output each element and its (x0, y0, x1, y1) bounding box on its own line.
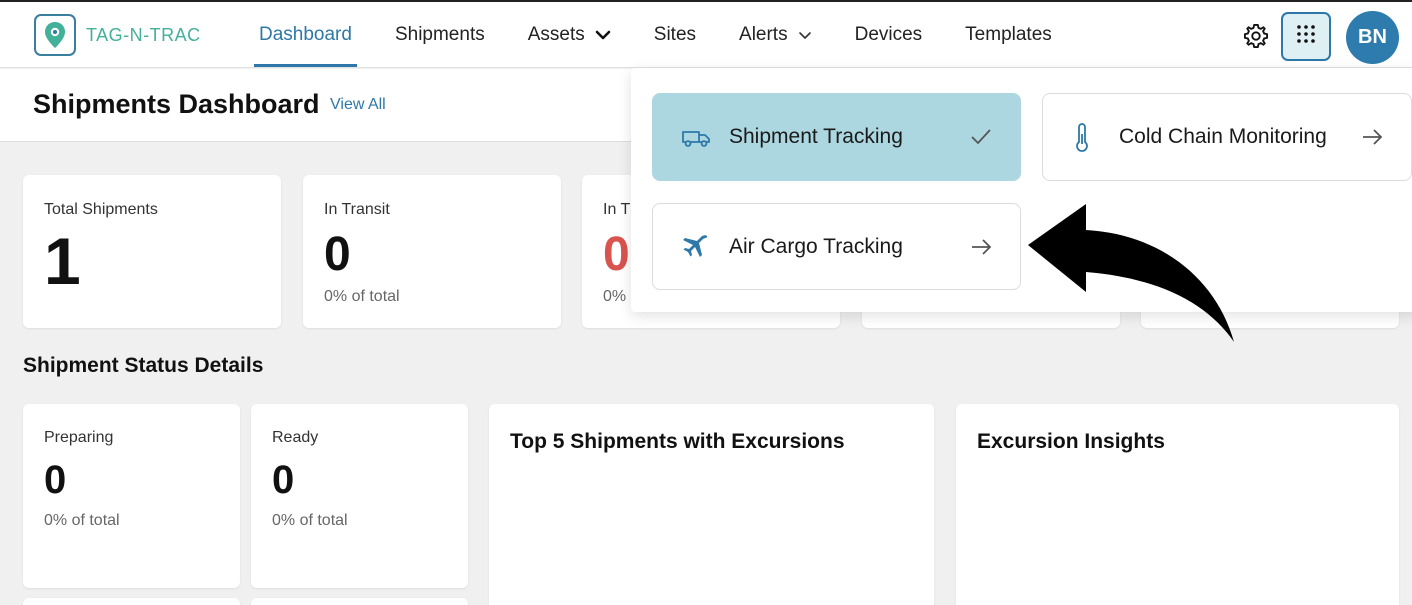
chevron-down-icon (595, 30, 611, 40)
logo[interactable]: TAG-N-TRAC (34, 14, 201, 56)
annotation-arrow-icon (1020, 200, 1240, 355)
app-launcher-button[interactable] (1281, 12, 1331, 61)
arrow-right-icon (1361, 128, 1383, 146)
status-percentage: 0% of total (44, 512, 120, 529)
nav-shipments[interactable]: Shipments (390, 2, 490, 68)
nav-devices[interactable]: Devices (850, 2, 928, 68)
chevron-down-icon (798, 31, 812, 40)
app-air-cargo-tracking[interactable]: Air Cargo Tracking (652, 203, 1021, 290)
nav-dashboard-label: Dashboard (259, 24, 352, 45)
nav-alerts[interactable]: Alerts (734, 2, 817, 68)
status-value: 0 (44, 458, 67, 502)
nav-shipments-label: Shipments (394, 24, 485, 45)
status-value: 0 (272, 458, 295, 502)
stat-card-total-shipments[interactable]: Total Shipments 1 (23, 175, 281, 328)
app-label: Air Cargo Tracking (729, 234, 903, 258)
stat-value: 0 (603, 228, 630, 281)
status-percentage: 0% of total (272, 512, 348, 529)
nav-sites[interactable]: Sites (649, 2, 701, 68)
gear-icon[interactable] (1240, 20, 1272, 52)
nav-alerts-label: Alerts (739, 24, 788, 45)
panel-title: Excursion Insights (977, 430, 1165, 453)
app-cold-chain-monitoring[interactable]: Cold Chain Monitoring (1042, 93, 1412, 181)
thermometer-icon (1073, 122, 1091, 152)
view-all-link[interactable]: View All (330, 96, 386, 114)
status-card[interactable] (23, 598, 240, 605)
logo-text: TAG-N-TRAC (86, 24, 201, 45)
main-nav: Dashboard Shipments Assets Sites Alerts … (254, 2, 1090, 68)
grid-dots-icon (1295, 23, 1317, 50)
airplane-icon (681, 234, 709, 260)
nav-dashboard[interactable]: Dashboard (254, 2, 357, 68)
status-card[interactable] (251, 598, 468, 605)
stat-label: In Transit (324, 201, 390, 218)
status-label: Ready (272, 429, 319, 446)
checkmark-icon (970, 128, 992, 146)
stat-percentage: 0% (603, 288, 627, 305)
status-card-ready[interactable]: Ready 0 0% of total (251, 404, 468, 588)
nav-devices-label: Devices (854, 24, 923, 45)
avatar[interactable]: BN (1346, 11, 1399, 64)
stat-value: 0 (324, 228, 351, 281)
nav-sites-label: Sites (653, 24, 697, 45)
page-title: Shipments Dashboard (33, 89, 320, 119)
truck-icon (681, 126, 711, 148)
app-shipment-tracking[interactable]: Shipment Tracking (652, 93, 1021, 181)
app-label: Cold Chain Monitoring (1119, 125, 1327, 148)
nav-templates-label: Templates (965, 24, 1052, 45)
nav-templates[interactable]: Templates (960, 2, 1057, 68)
stat-percentage: 0% of total (324, 288, 400, 305)
top5-excursions-panel: Top 5 Shipments with Excursions (489, 404, 934, 605)
stat-label: Total Shipments (44, 201, 158, 218)
nav-assets-label: Assets (527, 24, 585, 45)
stat-value: 1 (44, 224, 81, 298)
top-navigation-bar: TAG-N-TRAC Dashboard Shipments Assets Si… (0, 0, 1412, 68)
location-pin-icon (34, 14, 76, 56)
app-label: Shipment Tracking (729, 125, 903, 148)
status-card-preparing[interactable]: Preparing 0 0% of total (23, 404, 240, 588)
nav-assets[interactable]: Assets (523, 2, 616, 68)
stat-card-in-transit[interactable]: In Transit 0 0% of total (303, 175, 561, 328)
section-title: Shipment Status Details (23, 354, 264, 377)
status-label: Preparing (44, 429, 114, 446)
arrow-right-icon (970, 238, 992, 256)
excursion-insights-panel: Excursion Insights (956, 404, 1399, 605)
panel-title: Top 5 Shipments with Excursions (510, 430, 845, 453)
stat-label: In T (603, 201, 631, 218)
